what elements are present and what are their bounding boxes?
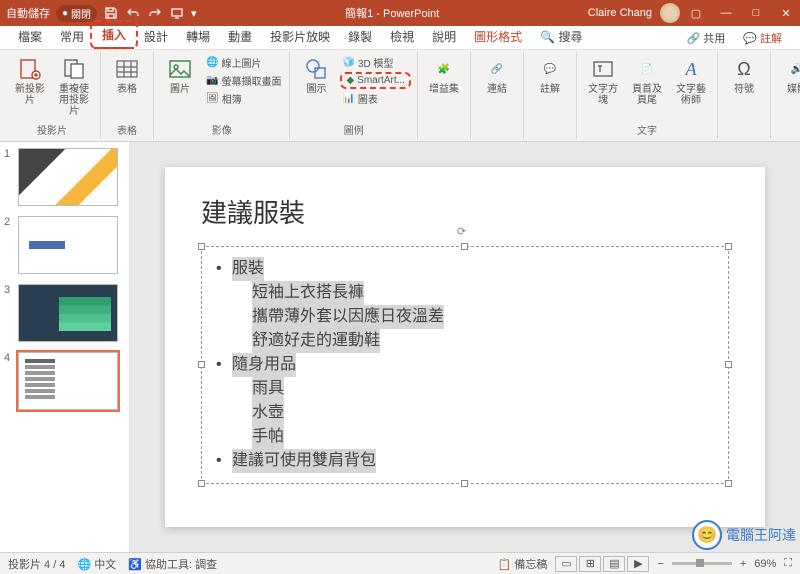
fit-icon[interactable]: ⛶ — [784, 557, 792, 570]
slide-counter: 投影片 4 / 4 — [8, 556, 65, 572]
normal-view-icon[interactable]: ▭ — [555, 556, 577, 572]
link-button[interactable]: 🔗連結 — [477, 54, 517, 97]
ribbon-mode-icon[interactable]: ▢ — [688, 5, 704, 21]
reading-view-icon[interactable]: ▤ — [603, 556, 625, 572]
chart-button[interactable]: 📊圖表 — [340, 90, 411, 107]
list-item[interactable]: 攜帶薄外套以因應日夜溫差 — [252, 305, 444, 329]
thumbnail-3: 3 — [4, 284, 125, 342]
tab-animation[interactable]: 動畫 — [220, 24, 260, 49]
comment-button[interactable]: 💬註解 — [530, 54, 570, 97]
group-symbols: Ω符號 — [718, 52, 771, 139]
search-field[interactable]: 🔍 搜尋 — [532, 24, 590, 49]
list-item[interactable]: 隨身用品 — [232, 353, 296, 377]
start-icon[interactable] — [169, 5, 185, 21]
thumbnail-1: 1 — [4, 148, 125, 206]
group-images: 圖片 🌐線上圖片 📷螢幕擷取畫面 🖼相簿 影像 — [154, 52, 290, 139]
bullet-list[interactable]: •服裝短袖上衣搭長褲攜帶薄外套以因應日夜溫差舒適好走的運動鞋•隨身用品雨具水壺手… — [216, 257, 714, 473]
close-icon[interactable]: ✕ — [778, 5, 794, 21]
accessibility-status[interactable]: ♿ 協助工具: 調查 — [128, 556, 217, 572]
group-addins: 🧩增益集 — [418, 52, 471, 139]
header-footer-button[interactable]: 📄頁首及頁尾 — [627, 54, 667, 108]
online-pictures-button[interactable]: 🌐線上圖片 — [204, 54, 283, 71]
group-links: 🔗連結 — [471, 52, 524, 139]
maximize-icon[interactable]: □ — [748, 5, 764, 21]
symbol-button[interactable]: Ω符號 — [724, 54, 764, 97]
list-item[interactable]: 建議可使用雙肩背包 — [232, 449, 376, 473]
notes-button[interactable]: 📋 備忘稿 — [498, 556, 548, 572]
zoom-slider[interactable] — [672, 562, 732, 565]
tab-record[interactable]: 錄製 — [340, 24, 380, 49]
tab-review[interactable]: 檢視 — [382, 24, 422, 49]
zoom-in-icon[interactable]: + — [740, 558, 746, 570]
thumbnail-4: 4 — [4, 352, 125, 410]
list-item[interactable]: 服裝 — [232, 257, 264, 281]
screenshot-button[interactable]: 📷螢幕擷取畫面 — [204, 72, 283, 89]
smartart-button[interactable]: ◆SmartArt... — [340, 72, 411, 89]
sorter-view-icon[interactable]: ⊞ — [579, 556, 601, 572]
list-item[interactable]: 舒適好走的運動鞋 — [252, 329, 380, 353]
wordart-button[interactable]: A文字藝術師 — [671, 54, 711, 108]
language-status[interactable]: 🌐 中文 — [77, 556, 116, 572]
list-item[interactable]: 水壺 — [252, 401, 284, 425]
group-tables: 表格 表格 — [101, 52, 154, 139]
content-textbox[interactable]: ⟳ •服裝短袖上衣搭長褲攜帶薄外套以因應日夜溫差舒適好走的運動鞋•隨身用品雨具水… — [201, 246, 729, 484]
resize-handle[interactable] — [198, 243, 205, 250]
reuse-slide-button[interactable]: 重複使用投影片 — [54, 54, 94, 119]
rotate-handle[interactable]: ⟳ — [457, 225, 473, 241]
group-slides: 新投影片 重複使用投影片 投影片 — [4, 52, 101, 139]
ribbon-tabs: 檔案 常用 插入 設計 轉場 動畫 投影片放映 錄製 檢視 說明 圖形格式 🔍 … — [0, 26, 800, 50]
list-item[interactable]: 雨具 — [252, 377, 284, 401]
album-button[interactable]: 🖼相簿 — [204, 90, 283, 107]
group-illustrations: 圖示 🧊3D 模型 ◆SmartArt... 📊圖表 圖例 — [290, 52, 418, 139]
zoom-label[interactable]: 69% — [754, 558, 776, 570]
pictures-button[interactable]: 圖片 — [160, 54, 200, 97]
group-comment: 💬註解 — [524, 52, 577, 139]
share-button[interactable]: 🔗 共用 — [679, 27, 734, 49]
zoom-out-icon[interactable]: − — [657, 558, 663, 570]
ribbon: 新投影片 重複使用投影片 投影片 表格 表格 圖片 🌐線上圖片 📷螢幕擷取畫面 … — [0, 50, 800, 142]
avatar[interactable] — [660, 3, 680, 23]
save-icon[interactable] — [103, 5, 119, 21]
comments-button[interactable]: 💬 註解 — [735, 27, 790, 49]
tab-slideshow[interactable]: 投影片放映 — [262, 24, 338, 49]
status-bar: 投影片 4 / 4 🌐 中文 ♿ 協助工具: 調查 📋 備忘稿 ▭ ⊞ ▤ ▶ … — [0, 552, 800, 574]
textbox-button[interactable]: 文字方塊 — [583, 54, 623, 108]
tab-home[interactable]: 常用 — [52, 24, 92, 49]
slide[interactable]: 建議服裝 ⟳ •服裝短袖上衣搭長褲攜帶薄外套以因應日夜溫差舒適好走的運動鞋•隨身… — [165, 167, 765, 527]
tab-help[interactable]: 說明 — [424, 24, 464, 49]
slide-canvas: 建議服裝 ⟳ •服裝短袖上衣搭長褲攜帶薄外套以因應日夜溫差舒適好走的運動鞋•隨身… — [130, 142, 800, 552]
new-slide-button[interactable]: 新投影片 — [10, 54, 50, 108]
thumbnail-2: 2 — [4, 216, 125, 274]
addins-button[interactable]: 🧩增益集 — [424, 54, 464, 97]
autosave-toggle[interactable]: ● 關閉 — [56, 5, 97, 22]
group-media: 🔊媒體 — [771, 52, 800, 139]
user-name: Claire Chang — [588, 7, 652, 19]
redo-icon[interactable] — [147, 5, 163, 21]
list-item[interactable]: 短袖上衣搭長褲 — [252, 281, 364, 305]
group-text: 文字方塊 📄頁首及頁尾 A文字藝術師 文字 — [577, 52, 718, 139]
media-button[interactable]: 🔊媒體 — [777, 54, 800, 97]
list-item[interactable]: 手帕 — [252, 425, 284, 449]
table-button[interactable]: 表格 — [107, 54, 147, 97]
tab-insert[interactable]: 插入 — [94, 22, 134, 49]
slide-thumbnails-panel: 1 2 3 4 — [0, 142, 130, 552]
document-title: 簡報1 - PowerPoint — [197, 5, 588, 21]
3d-models-button[interactable]: 🧊3D 模型 — [340, 54, 411, 71]
undo-icon[interactable] — [125, 5, 141, 21]
minimize-icon[interactable]: — — [718, 5, 734, 21]
autosave-label: 自動儲存 — [6, 5, 50, 21]
tab-file[interactable]: 檔案 — [10, 24, 50, 49]
tab-design[interactable]: 設計 — [136, 24, 176, 49]
tab-transition[interactable]: 轉場 — [178, 24, 218, 49]
tab-shape-format[interactable]: 圖形格式 — [466, 24, 530, 49]
slideshow-view-icon[interactable]: ▶ — [627, 556, 649, 572]
shapes-button[interactable]: 圖示 — [296, 54, 336, 97]
